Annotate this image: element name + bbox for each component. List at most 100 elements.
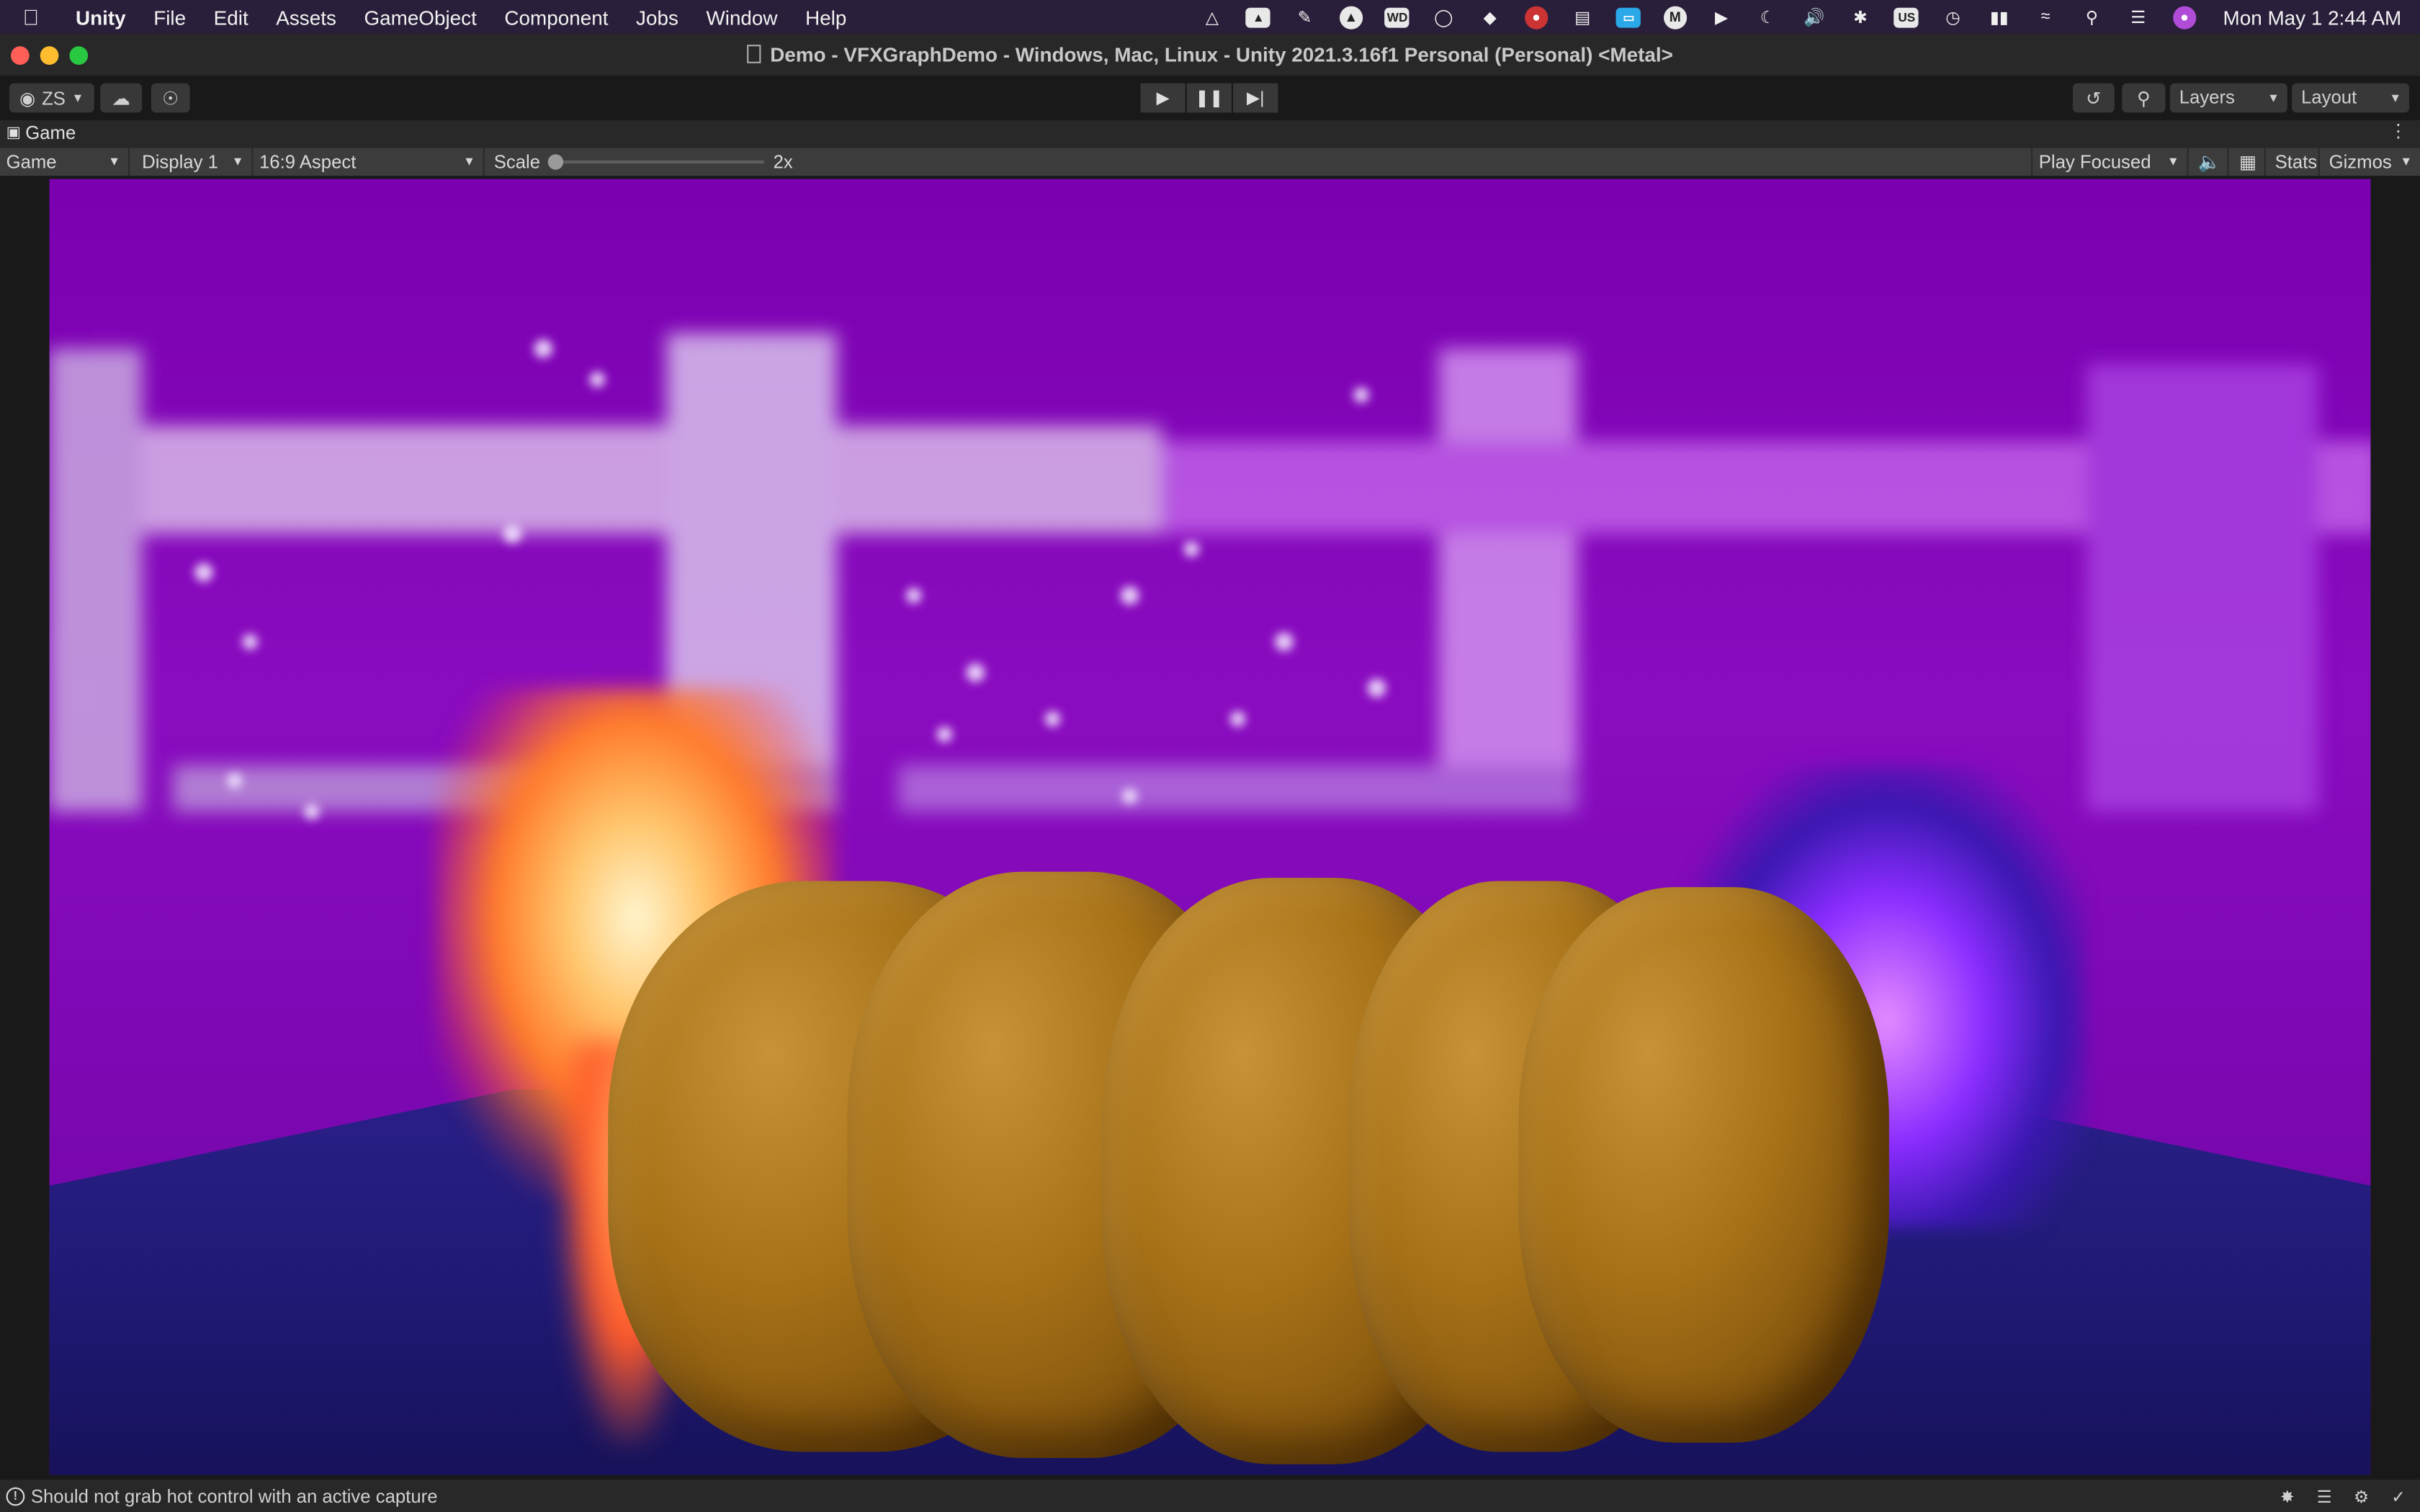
menu-bar-clock[interactable]: Mon May 1 2:44 AM (2208, 6, 2420, 29)
menu-edit[interactable]: Edit (200, 6, 262, 29)
step-button[interactable]: ▶| (1233, 83, 1278, 113)
menu-assets[interactable]: Assets (262, 6, 350, 29)
unity-icon[interactable]: △ (1197, 4, 1228, 29)
menu-help[interactable]: Help (792, 6, 861, 29)
stats-button[interactable]: Stats (2269, 148, 2320, 176)
bluetooth-icon[interactable]: ✱ (1845, 4, 1876, 29)
layers-dropdown[interactable]: Layers ▼ (2169, 83, 2287, 113)
playback-controls: ▶ ❚❚ ▶| (1140, 83, 1280, 113)
gamepad-icon: ▣ (6, 124, 21, 142)
undo-history-button[interactable]: ↺ (2072, 83, 2115, 113)
vfx-3d-logo (608, 871, 1889, 1467)
volume-icon[interactable]: 🔊 (1798, 4, 1829, 29)
step-icon: ▶| (1247, 89, 1265, 108)
account-dropdown[interactable]: ◉ ZS ▼ (9, 83, 94, 113)
game-view-toolbar: Game ▼ Display 1 ▼ 16:9 Aspect ▼ Scale 2… (0, 148, 2420, 176)
menu-app-unity[interactable]: Unity (62, 6, 140, 29)
mute-audio-button[interactable]: 🔈 (2192, 148, 2229, 176)
layers-label: Layers (2179, 86, 2235, 108)
wifi-icon[interactable]: ≈ (2030, 4, 2061, 29)
aspect-select[interactable]: 16:9 Aspect ▼ (253, 148, 485, 176)
collab-button[interactable]: ☉ (151, 83, 190, 113)
record-icon[interactable]: ● (1521, 4, 1552, 29)
display-select[interactable]: Display 1 ▼ (136, 148, 254, 176)
menu-window[interactable]: Window (692, 6, 792, 29)
chart-icon[interactable]: ▤ (1567, 4, 1598, 29)
battery-icon[interactable]: ▮▮ (1984, 4, 2015, 29)
view-select-value: Game (6, 151, 57, 173)
scale-slider-track[interactable] (555, 160, 764, 164)
control-center-icon[interactable]: ☰ (2123, 4, 2154, 29)
console-status-bar[interactable]: ! Should not grab hot control with an ac… (0, 1477, 2420, 1512)
tab-game-label: Game (25, 122, 76, 144)
menu-component[interactable]: Component (490, 6, 622, 29)
game-tab-bar: ▣ Game ⋮ (0, 120, 2420, 148)
play-mode-select[interactable]: Play Focused ▼ (2031, 148, 2189, 176)
moon-icon[interactable]: ☾ (1752, 4, 1783, 29)
game-viewport[interactable] (0, 176, 2420, 1477)
cloud-icon: ☁ (112, 87, 131, 109)
gizmos-label: Gizmos (2329, 151, 2392, 173)
time-machine-icon[interactable]: ◷ (1937, 4, 1968, 29)
cube-icon[interactable]: ◆ (1474, 4, 1505, 29)
progress-check-icon[interactable]: ✓ (2386, 1484, 2411, 1508)
chevron-down-icon: ▼ (231, 154, 244, 168)
drive-icon[interactable]: ▲ (1243, 4, 1274, 29)
scale-slider-handle[interactable] (547, 154, 564, 170)
macos-menu-bar:  Unity File Edit Assets GameObject Comp… (0, 0, 2420, 35)
search-button[interactable]: ⚲ (2122, 83, 2166, 113)
layout-dropdown[interactable]: Layout ▼ (2292, 83, 2409, 113)
debug-icon[interactable]: ✸ (2275, 1484, 2300, 1508)
view-select[interactable]: Game ▼ (0, 148, 130, 176)
account-label: ZS (42, 87, 66, 109)
collab-icon: ☉ (162, 87, 179, 109)
play-circle-icon[interactable]: ▶ (1706, 4, 1737, 29)
alarm-icon[interactable]: ▲ (1335, 4, 1366, 29)
console-message[interactable]: ! Should not grab hot control with an ac… (6, 1486, 438, 1508)
chevron-down-icon: ▼ (108, 154, 121, 168)
search-icon: ⚲ (2136, 87, 2151, 109)
shortcuts-button[interactable]: ▦ (2232, 148, 2266, 176)
pause-button[interactable]: ❚❚ (1186, 83, 1232, 113)
lighting-icon[interactable]: ⚙ (2349, 1484, 2373, 1508)
menu-gameobject[interactable]: GameObject (350, 6, 490, 29)
menu-file[interactable]: File (140, 6, 200, 29)
pencil-icon[interactable]: ✎ (1289, 4, 1320, 29)
play-icon: ▶ (1156, 89, 1170, 108)
play-button[interactable]: ▶ (1140, 83, 1186, 113)
info-icon: ! (6, 1487, 25, 1506)
chevron-down-icon: ▼ (2400, 154, 2413, 168)
apple-icon[interactable]:  (0, 4, 62, 29)
search-icon[interactable]: ⚲ (2076, 4, 2107, 29)
tab-game[interactable]: ▣ Game (6, 122, 76, 143)
window-icon[interactable]: ▭ (1613, 4, 1644, 29)
chevron-down-icon: ▼ (463, 154, 475, 168)
chevron-down-icon: ▼ (2166, 154, 2179, 168)
cloud-button[interactable]: ☁ (100, 83, 143, 113)
siri-icon[interactable]: ● (2169, 4, 2200, 29)
menu-bar-status-area: △ ▲ ✎ ▲ WD ◯ ◆ ● ▤ ▭ M ▶ ☾ 🔊 ✱ US ◷ ▮▮ ≈… (1189, 0, 2420, 34)
account-icon: ◉ (19, 87, 36, 109)
console-message-text: Should not grab hot control with an acti… (30, 1485, 438, 1508)
status-bar-icons: ✸ ☰ ⚙ ✓ (2262, 1484, 2411, 1508)
play-mode-value: Play Focused (2038, 151, 2151, 173)
pause-icon: ❚❚ (1195, 89, 1224, 108)
keyboard-icon: ▦ (2238, 151, 2257, 173)
m-icon[interactable]: M (1659, 4, 1690, 29)
speaker-icon: 🔈 (2197, 151, 2221, 173)
gizmos-button[interactable]: Gizmos ▼ (2323, 148, 2420, 176)
input-source-icon[interactable]: US (1891, 4, 1922, 29)
scale-label: Scale (493, 151, 541, 173)
history-icon: ↺ (2086, 87, 2102, 109)
window-title-bar: Demo - VFXGraphDemo - Windows, Mac, Linu… (0, 34, 2420, 78)
menu-jobs[interactable]: Jobs (622, 6, 692, 29)
scale-value: 2x (773, 151, 793, 173)
creative-cloud-icon[interactable]: ◯ (1428, 4, 1459, 29)
layers-icon[interactable]: ☰ (2312, 1484, 2336, 1508)
more-options-icon[interactable]: ⋮ (2389, 120, 2408, 142)
wd-icon[interactable]: WD (1382, 4, 1413, 29)
layout-label: Layout (2301, 86, 2357, 108)
input-source-label: US (1894, 6, 1919, 27)
aspect-select-value: 16:9 Aspect (259, 151, 357, 173)
unity-editor-screen:  Unity File Edit Assets GameObject Comp… (0, 0, 2420, 1512)
